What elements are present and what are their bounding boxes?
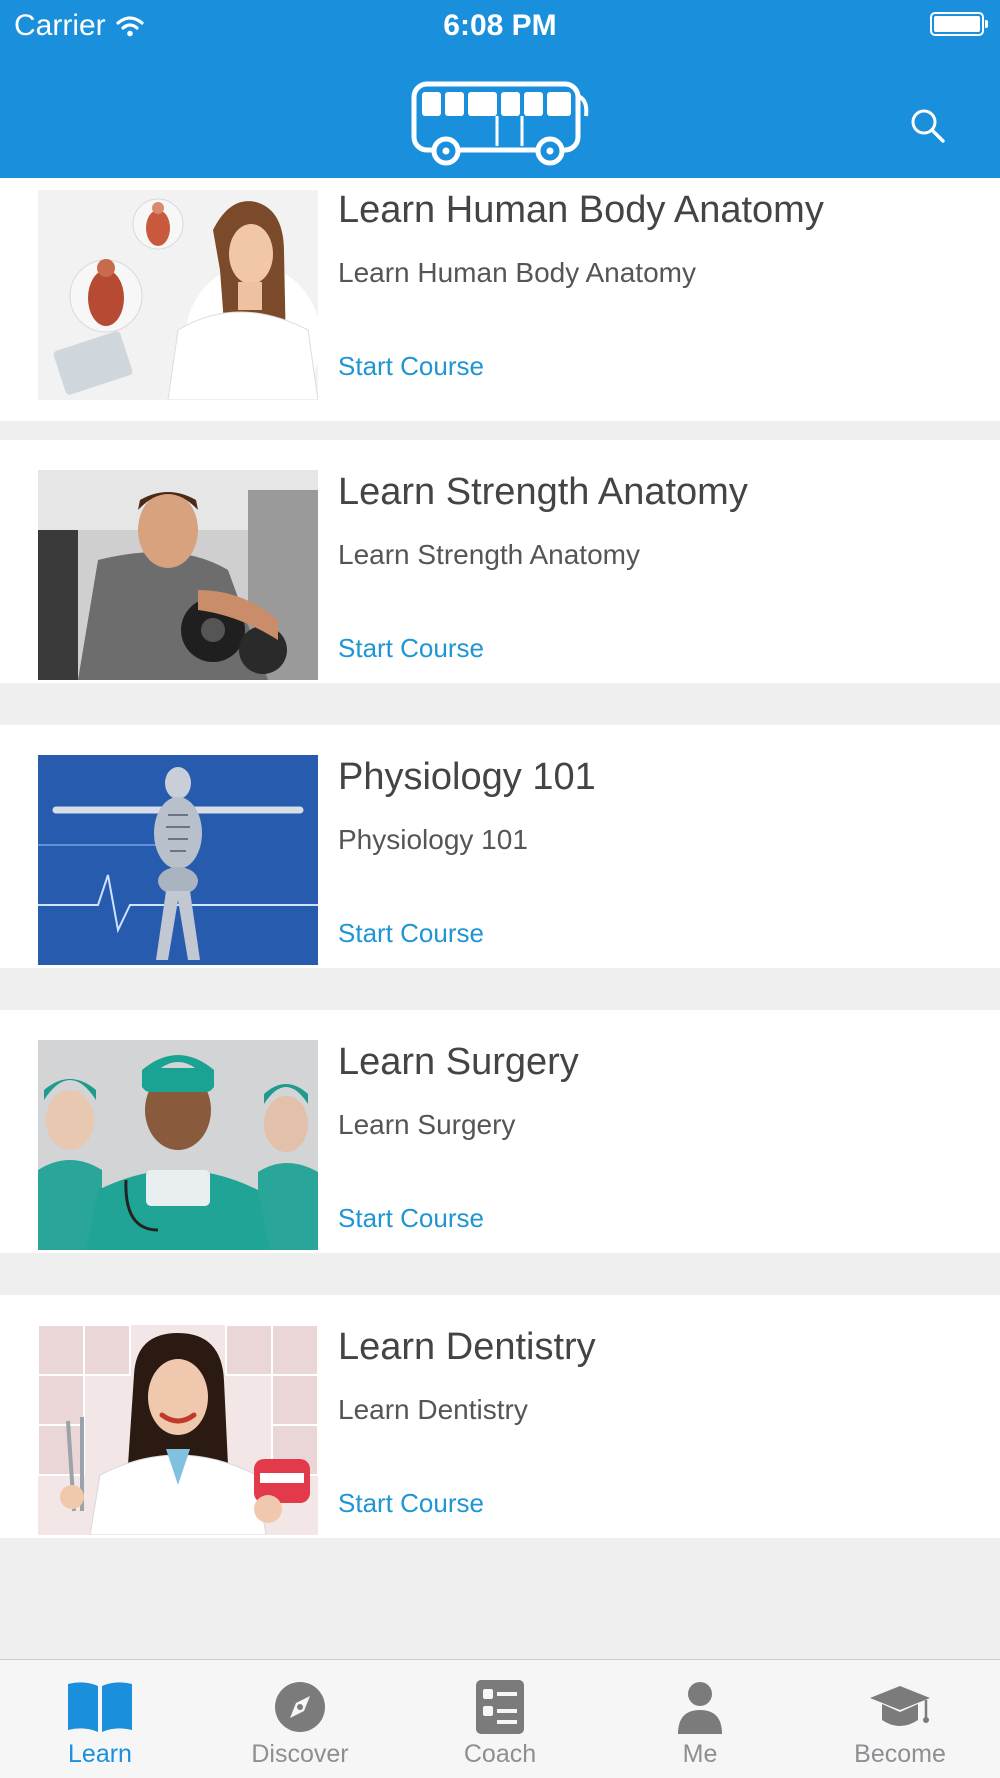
tab-label: Learn xyxy=(68,1740,132,1768)
course-thumbnail xyxy=(38,1325,318,1535)
top-navigation-bar: Carrier 6:08 PM xyxy=(0,0,1000,178)
compass-icon xyxy=(275,1682,325,1732)
course-subtitle: Learn Surgery xyxy=(338,1109,516,1140)
tab-learn[interactable]: Learn xyxy=(0,1660,200,1778)
course-thumbnail xyxy=(38,190,318,400)
start-course-link[interactable]: Start Course xyxy=(338,1202,484,1234)
course-title: Learn Dentistry xyxy=(338,1326,596,1368)
course-subtitle: Learn Dentistry xyxy=(338,1394,528,1425)
course-card[interactable]: Learn Surgery Learn Surgery Start Course xyxy=(0,1010,1000,1253)
course-title: Learn Human Body Anatomy xyxy=(338,189,824,231)
course-thumbnail xyxy=(38,1040,318,1250)
start-course-link[interactable]: Start Course xyxy=(338,1487,484,1519)
start-course-link[interactable]: Start Course xyxy=(338,350,484,382)
status-time: 6:08 PM xyxy=(443,9,557,42)
person-icon xyxy=(678,1682,722,1734)
course-title: Learn Surgery xyxy=(338,1041,579,1083)
course-card[interactable]: Learn Dentistry Learn Dentistry Start Co… xyxy=(0,1295,1000,1538)
bus-icon xyxy=(411,81,589,166)
course-card[interactable]: Physiology 101 Physiology 101 Start Cour… xyxy=(0,725,1000,968)
course-subtitle: Learn Strength Anatomy xyxy=(338,539,640,570)
graduation-cap-icon xyxy=(870,1686,930,1726)
course-card[interactable]: Learn Strength Anatomy Learn Strength An… xyxy=(0,440,1000,683)
start-course-link[interactable]: Start Course xyxy=(338,632,484,664)
tab-label: Me xyxy=(682,1740,718,1768)
tab-me[interactable]: Me xyxy=(600,1660,800,1778)
start-course-link[interactable]: Start Course xyxy=(338,917,484,949)
tab-label: Discover xyxy=(251,1740,349,1768)
course-subtitle: Physiology 101 xyxy=(338,824,528,855)
course-thumbnail xyxy=(38,755,318,965)
book-icon xyxy=(68,1682,132,1732)
battery-icon xyxy=(930,12,988,36)
tab-label: Become xyxy=(854,1740,946,1768)
course-title: Learn Strength Anatomy xyxy=(338,471,748,513)
course-subtitle: Learn Human Body Anatomy xyxy=(338,257,696,288)
tab-coach[interactable]: Coach xyxy=(400,1660,600,1778)
search-icon[interactable] xyxy=(906,104,950,148)
tab-label: Coach xyxy=(463,1740,537,1768)
tab-discover[interactable]: Discover xyxy=(200,1660,400,1778)
course-card[interactable]: Learn Human Body Anatomy Learn Human Bod… xyxy=(0,178,1000,421)
tab-bar: Learn Discover Coach Me Become xyxy=(0,1659,1000,1778)
course-thumbnail xyxy=(38,470,318,680)
course-title: Physiology 101 xyxy=(338,756,596,798)
checklist-icon xyxy=(476,1680,524,1734)
tab-become[interactable]: Become xyxy=(800,1660,1000,1778)
